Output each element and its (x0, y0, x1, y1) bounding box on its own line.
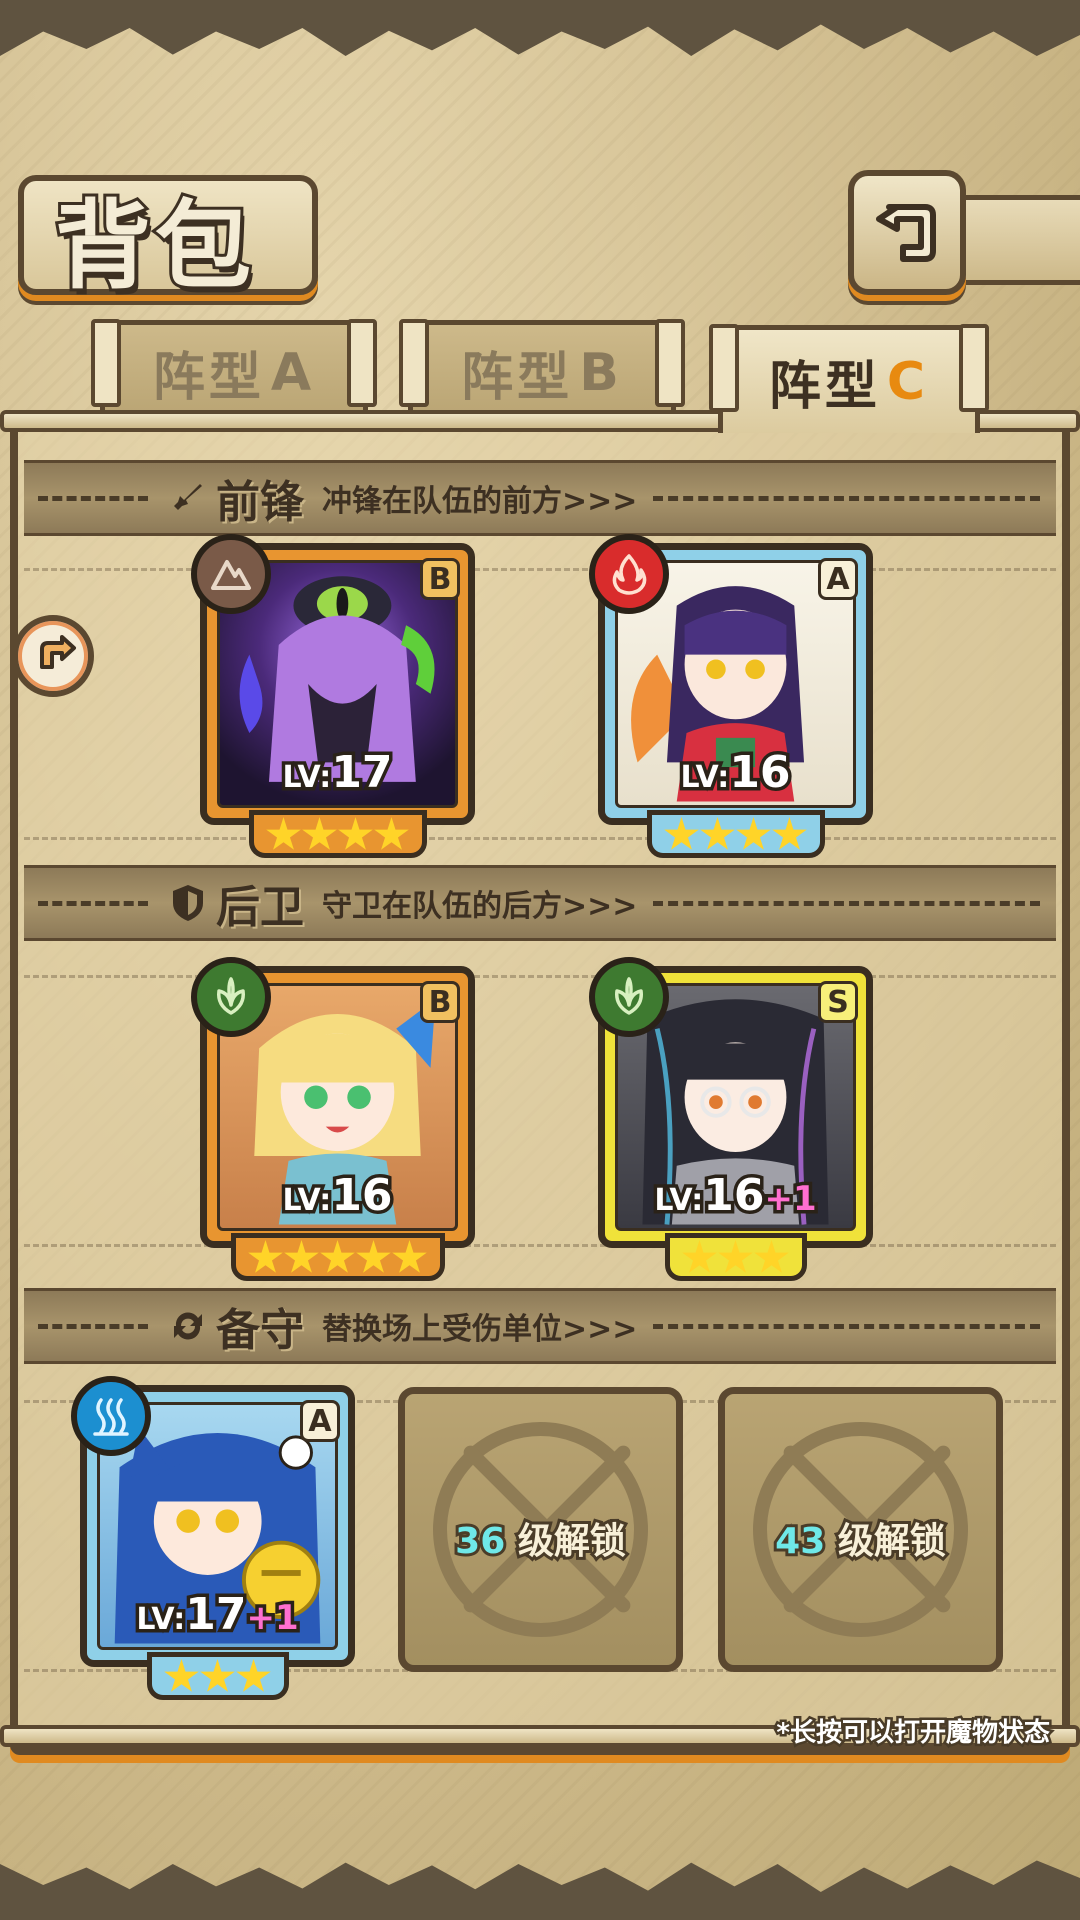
tab-letter: A (270, 342, 316, 403)
unit-level: LV:16+1 (651, 1167, 820, 1225)
swap-icon (166, 1304, 210, 1348)
unit-card[interactable]: B LV:16 (191, 957, 475, 1281)
shield-icon (166, 881, 210, 925)
star-rating (646, 810, 825, 858)
section-name: 前锋 (216, 477, 304, 528)
star-icon (754, 1240, 789, 1273)
divider-dash (653, 495, 1040, 501)
star-icon (392, 1240, 427, 1273)
divider-dash (38, 900, 148, 906)
star-icon (772, 817, 807, 850)
section-name: 备守 (216, 1305, 304, 1356)
star-icon (284, 1240, 319, 1273)
unit-level: LV:16 (279, 1167, 396, 1225)
unit-level: LV:16 (677, 744, 794, 802)
star-icon (164, 1659, 199, 1692)
back-row (24, 975, 1056, 1247)
locked-slot[interactable]: 43 级解锁 (718, 1387, 1003, 1672)
tab-label: 阵型 (461, 348, 574, 408)
section-description: 冲锋在队伍的前方>>> (322, 484, 638, 519)
water-element-icon (71, 1376, 151, 1456)
unit-level: LV:17 (279, 744, 396, 802)
page-title: 背包 (52, 187, 255, 305)
star-icon (736, 817, 771, 850)
section-reserve: 备守 替换场上受伤单位>>> (24, 1288, 1056, 1364)
star-icon (374, 817, 409, 850)
divider-dash (653, 900, 1040, 906)
star-icon (682, 1240, 717, 1273)
rank-badge: B (420, 558, 460, 600)
front-row (24, 568, 1056, 840)
tab-letter: B (579, 342, 623, 403)
star-rating (230, 1233, 445, 1281)
section-description: 守卫在队伍的后方>>> (322, 889, 638, 924)
sword-icon (166, 476, 210, 520)
star-icon (338, 817, 373, 850)
unit-card[interactable]: B LV:17 (191, 534, 475, 858)
star-rating (664, 1233, 807, 1281)
tab-letter: C (886, 351, 930, 412)
unit-card[interactable]: S LV:16+1 (589, 957, 873, 1281)
star-icon (266, 817, 301, 850)
unlock-requirement: 43 级解锁 (772, 1518, 949, 1565)
arrow-icon (40, 635, 76, 669)
unit-level: LV:17+1 (133, 1586, 302, 1644)
locked-slot[interactable]: 36 级解锁 (398, 1387, 683, 1672)
tab-formation-a[interactable]: 阵型 A (91, 319, 377, 420)
unit-card[interactable]: A LV:17+1 (71, 1376, 355, 1700)
earth-element-icon (191, 534, 271, 614)
rank-badge: S (818, 981, 858, 1023)
divider-dash (38, 495, 148, 501)
section-description: 替换场上受伤单位>>> (322, 1312, 638, 1347)
unit-card[interactable]: A LV:16 (589, 534, 873, 858)
star-icon (664, 817, 699, 850)
star-icon (200, 1659, 235, 1692)
star-icon (320, 1240, 355, 1273)
fire-element-icon (589, 534, 669, 614)
rank-badge: A (300, 1400, 340, 1442)
star-icon (700, 817, 735, 850)
tab-formation-b[interactable]: 阵型 B (399, 319, 685, 420)
side-toggle-button[interactable] (12, 615, 94, 697)
long-press-hint: *长按可以打开魔物状态 (774, 1716, 1053, 1751)
star-icon (248, 1240, 283, 1273)
back-return-icon (876, 203, 936, 262)
tab-label: 阵型 (768, 357, 881, 417)
section-back: 后卫 守卫在队伍的后方>>> (24, 865, 1056, 941)
star-rating (146, 1652, 289, 1700)
rank-badge: A (818, 558, 858, 600)
section-front: 前锋 冲锋在队伍的前方>>> (24, 460, 1056, 536)
leaf-element-icon (191, 957, 271, 1037)
rank-badge: B (420, 981, 460, 1023)
unlock-requirement: 36 级解锁 (452, 1518, 629, 1565)
star-icon (302, 817, 337, 850)
back-button[interactable] (848, 170, 966, 295)
divider-dash (38, 1323, 148, 1329)
tab-formation-c[interactable]: 阵型 C (709, 324, 989, 433)
star-icon (236, 1659, 271, 1692)
star-icon (718, 1240, 753, 1273)
section-name: 后卫 (216, 882, 304, 933)
divider-dash (653, 1323, 1040, 1329)
star-rating (248, 810, 427, 858)
leaf-element-icon (589, 957, 669, 1037)
tab-label: 阵型 (152, 348, 265, 408)
star-icon (356, 1240, 391, 1273)
